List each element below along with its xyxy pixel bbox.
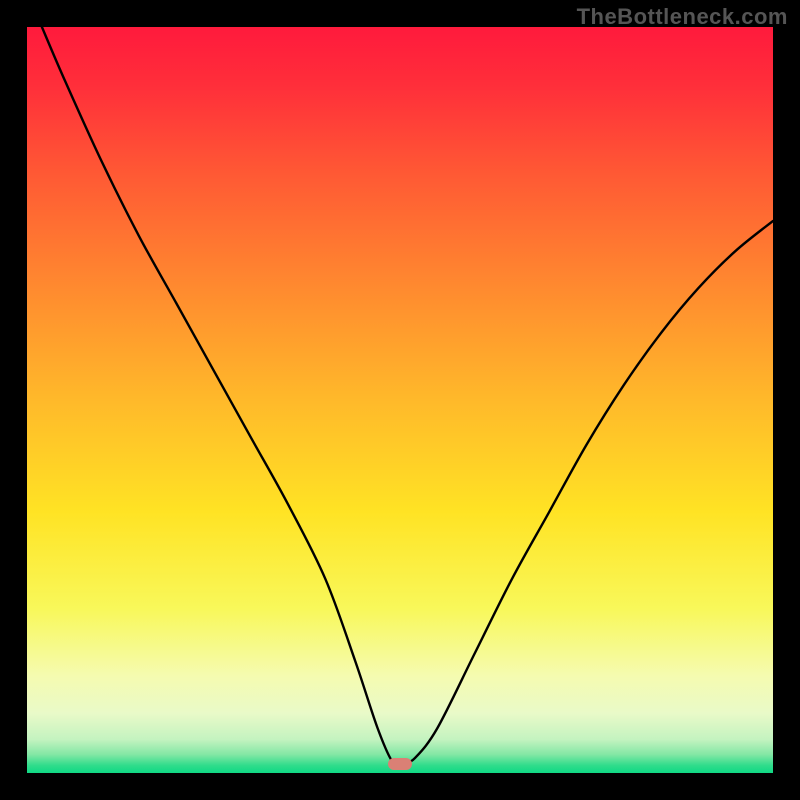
gradient-background — [27, 27, 773, 773]
optimal-marker — [388, 758, 412, 770]
chart-frame: TheBottleneck.com — [0, 0, 800, 800]
watermark-text: TheBottleneck.com — [577, 4, 788, 30]
plot-area — [27, 27, 773, 773]
chart-svg — [27, 27, 773, 773]
